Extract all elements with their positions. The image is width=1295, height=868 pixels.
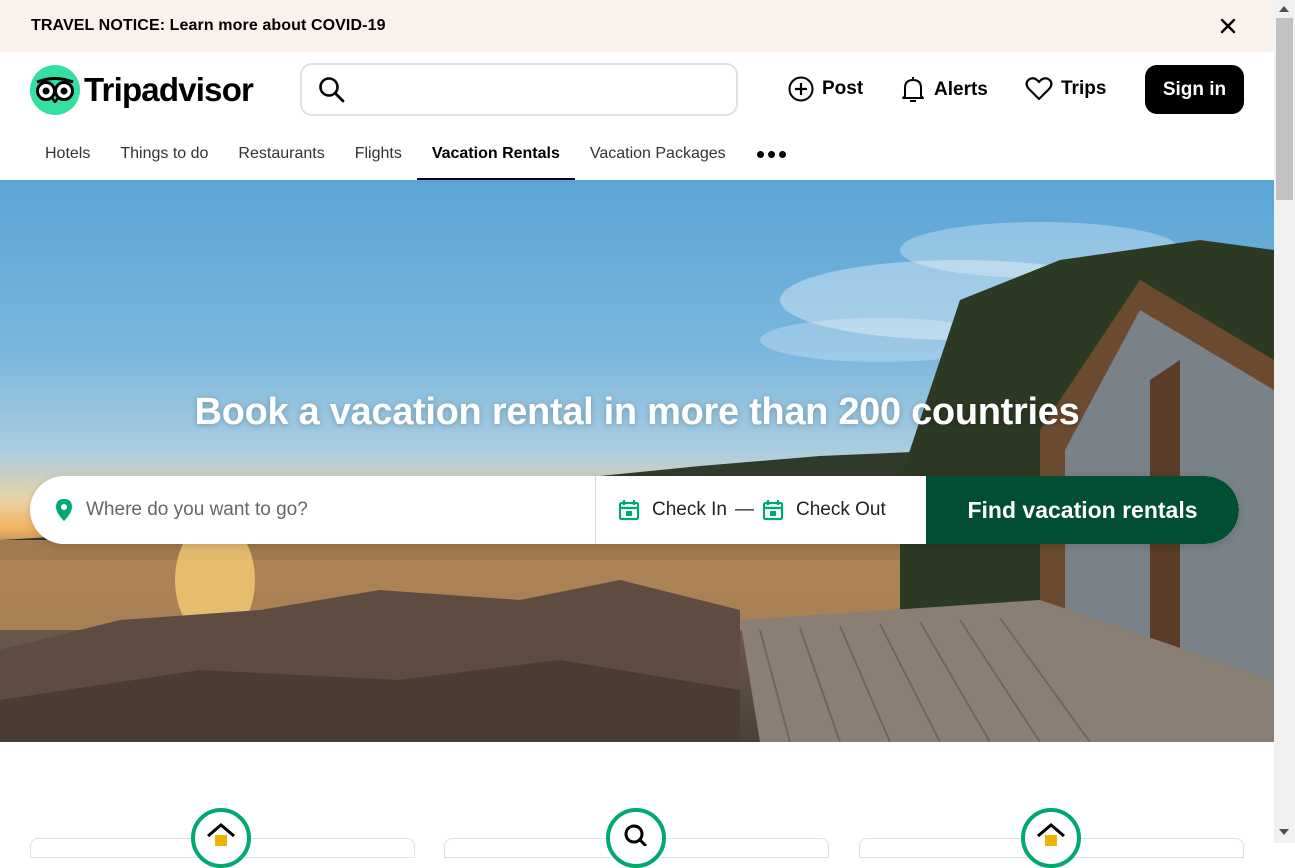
tripadvisor-logo[interactable]: Tripadvisor [30,65,254,115]
destination-input[interactable] [86,493,566,527]
tab-vacation-packages[interactable]: Vacation Packages [575,128,741,180]
alerts-label: Alerts [934,79,988,100]
date-range-picker: Check In — Check Out [596,476,926,544]
tab-things-to-do[interactable]: Things to do [105,128,223,180]
destination-field[interactable] [30,476,596,544]
site-search-input[interactable] [356,73,726,107]
check-out-label: Check Out [795,499,886,520]
site-header: Tripadvisor Post Alerts Trips Sign in [0,52,1274,128]
more-dot [778,150,786,158]
search-feature-icon [606,808,666,868]
calendar-icon [762,500,784,521]
sign-in-button[interactable]: Sign in [1145,65,1244,114]
close-icon[interactable] [1218,16,1238,36]
find-vacation-rentals-button[interactable]: Find vacation rentals [926,476,1239,544]
plus-circle-icon [788,76,814,102]
date-separator: — [734,499,754,520]
check-in-label: Check In [652,499,727,520]
logo-wordmark: Tripadvisor [84,71,254,108]
travel-notice-link[interactable]: TRAVEL NOTICE: Learn more about COVID-19 [31,17,386,35]
house-feature-icon [191,808,251,868]
location-pin-icon [56,499,72,521]
hero-banner: Book a vacation rental in more than 200 … [0,180,1274,742]
calendar-icon [618,500,640,521]
more-tabs-button[interactable] [741,128,806,180]
house-feature-icon [1021,808,1081,868]
check-in-field[interactable]: Check In [618,499,727,521]
alerts-button[interactable]: Alerts [900,76,988,104]
trips-label: Trips [1061,78,1107,99]
scroll-up-arrow-icon[interactable] [1279,6,1289,12]
tab-restaurants[interactable]: Restaurants [223,128,339,180]
scroll-down-arrow-icon[interactable] [1279,829,1289,835]
travel-notice-bar: TRAVEL NOTICE: Learn more about COVID-19 [0,0,1274,52]
heart-icon [1025,77,1053,101]
post-label: Post [822,78,864,99]
site-search-box[interactable] [300,63,738,116]
more-dot [767,150,775,158]
owl-logo-icon [30,65,80,115]
hero-title: Book a vacation rental in more than 200 … [194,391,1080,433]
tab-hotels[interactable]: Hotels [30,128,105,180]
check-out-field[interactable]: Check Out [762,499,886,521]
hero-landscape-image [0,222,1274,742]
bell-icon [902,77,924,102]
tab-vacation-rentals[interactable]: Vacation Rentals [416,128,575,180]
search-icon [319,77,345,103]
trips-button[interactable]: Trips [1025,76,1106,102]
rental-search-bar: Check In — Check Out Find vacation renta… [30,476,1239,544]
post-button[interactable]: Post [788,76,863,102]
scrollbar-thumb[interactable] [1276,18,1293,200]
tab-flights[interactable]: Flights [340,128,417,180]
category-tabs: Hotels Things to do Restaurants Flights … [30,128,806,180]
more-dots-icon [756,150,764,158]
